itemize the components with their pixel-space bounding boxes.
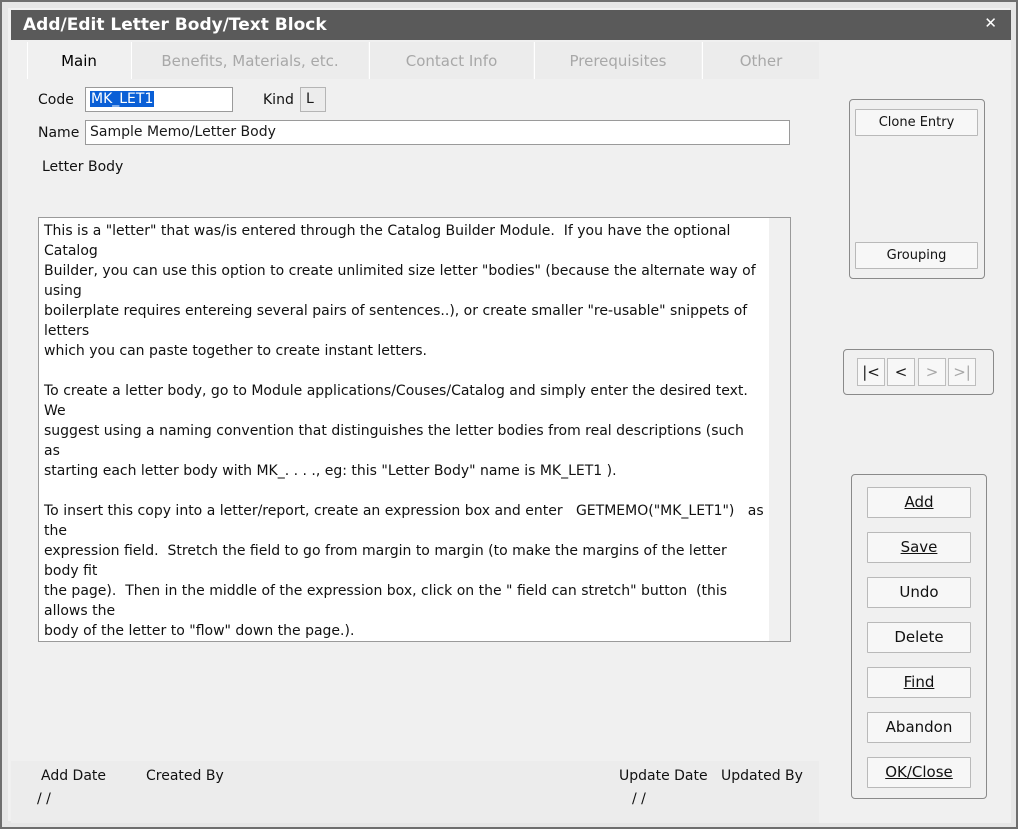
dialog-client-area: Main Benefits, Materials, etc. Contact I…: [11, 40, 1011, 823]
code-field[interactable]: MK_LET1: [85, 87, 233, 112]
created-by-label: Created By: [146, 768, 224, 784]
updated-by-label: Updated By: [721, 768, 803, 784]
kind-value: L: [306, 91, 314, 107]
tab-contact-label: Contact Info: [405, 52, 498, 70]
next-record-button[interactable]: >: [918, 358, 946, 386]
last-record-button[interactable]: >|: [948, 358, 976, 386]
clone-grouping-panel: Clone Entry Grouping: [849, 99, 985, 279]
dialog-window: Add/Edit Letter Body/Text Block ✕ Main B…: [0, 0, 1018, 829]
actions-panel: Add Save Undo Delete Find Abandon OK/Clo…: [851, 474, 987, 799]
code-value: MK_LET1: [90, 91, 155, 107]
delete-label: Delete: [894, 628, 944, 646]
record-info-footer: Add Date / / Created By Update Date / / …: [11, 761, 819, 823]
save-label: Save: [900, 538, 938, 556]
kind-label: Kind: [263, 92, 294, 108]
ok-close-label: OK/Close: [885, 763, 953, 781]
delete-button[interactable]: Delete: [867, 622, 971, 653]
title-bar[interactable]: Add/Edit Letter Body/Text Block ✕: [11, 10, 1011, 40]
ok-close-button[interactable]: OK/Close: [867, 757, 971, 788]
abandon-label: Abandon: [885, 718, 953, 736]
tab-main-label: Main: [61, 52, 97, 70]
letter-body-text: This is a "letter" that was/is entered t…: [44, 223, 764, 639]
close-icon[interactable]: ✕: [984, 14, 997, 32]
tab-benefits-materials[interactable]: Benefits, Materials, etc.: [131, 42, 368, 79]
save-button[interactable]: Save: [867, 532, 971, 563]
undo-button[interactable]: Undo: [867, 577, 971, 608]
tab-benefits-label: Benefits, Materials, etc.: [161, 52, 339, 70]
clone-entry-button[interactable]: Clone Entry: [855, 109, 978, 136]
first-record-button[interactable]: |<: [857, 358, 885, 386]
letter-body-textarea[interactable]: This is a "letter" that was/is entered t…: [38, 217, 791, 642]
record-navigator: |< < > >|: [843, 349, 994, 395]
name-label: Name: [38, 125, 80, 141]
find-button[interactable]: Find: [867, 667, 971, 698]
abandon-button[interactable]: Abandon: [867, 712, 971, 743]
window-title: Add/Edit Letter Body/Text Block: [23, 15, 327, 35]
find-label: Find: [903, 673, 935, 691]
name-value: Sample Memo/Letter Body: [90, 124, 276, 140]
tab-strip: Main Benefits, Materials, etc. Contact I…: [27, 42, 819, 79]
grouping-label: Grouping: [886, 248, 947, 263]
kind-field[interactable]: L: [300, 87, 326, 112]
name-field[interactable]: Sample Memo/Letter Body: [85, 120, 790, 145]
add-button[interactable]: Add: [867, 487, 971, 518]
clone-entry-label: Clone Entry: [878, 115, 955, 130]
tab-prerequisites[interactable]: Prerequisites: [534, 42, 701, 79]
add-date-value: / /: [37, 791, 51, 807]
letter-body-scrollbar[interactable]: [769, 218, 790, 641]
update-date-value: / /: [632, 791, 646, 807]
tab-contact-info[interactable]: Contact Info: [369, 42, 533, 79]
undo-label: Undo: [899, 583, 939, 601]
tab-other[interactable]: Other: [702, 42, 819, 79]
update-date-label: Update Date: [619, 768, 708, 784]
add-label: Add: [904, 493, 934, 511]
add-date-label: Add Date: [41, 768, 107, 784]
code-label: Code: [38, 92, 74, 108]
prev-record-button[interactable]: <: [887, 358, 915, 386]
grouping-button[interactable]: Grouping: [855, 242, 978, 269]
tab-main[interactable]: Main: [27, 42, 130, 79]
tab-prereq-label: Prerequisites: [569, 52, 667, 70]
main-tab-panel: Code MK_LET1 Kind L Name Sample Memo/Let…: [27, 79, 819, 760]
letter-body-label: Letter Body: [42, 159, 124, 175]
tab-other-label: Other: [739, 52, 783, 70]
